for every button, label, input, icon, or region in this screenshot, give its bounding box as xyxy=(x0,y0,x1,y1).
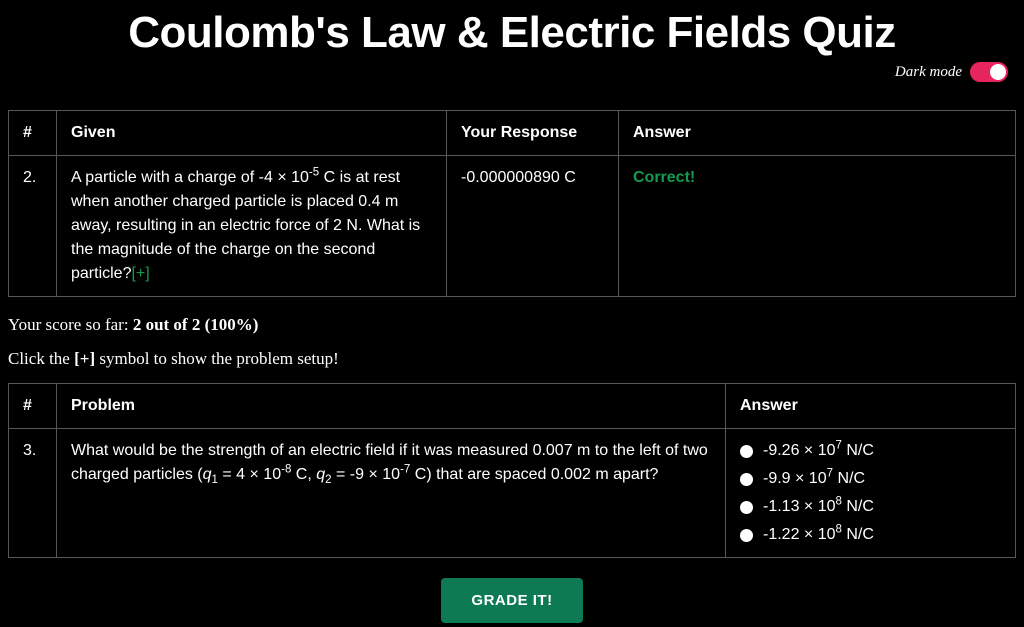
answer-radio[interactable] xyxy=(740,501,753,514)
answer-option[interactable]: -9.26 × 107 N/C xyxy=(740,439,1001,463)
dark-mode-toggle[interactable] xyxy=(970,62,1008,82)
hint-symbol: [+] xyxy=(74,349,95,368)
score-prefix: Your score so far: xyxy=(8,315,133,334)
table-row: 2. A particle with a charge of -4 × 10-5… xyxy=(9,156,1016,297)
q1-eq: = 4 × 10 xyxy=(218,466,281,483)
given-exp: -5 xyxy=(309,167,319,179)
cell-options: -9.26 × 107 N/C -9.9 × 107 N/C -1.13 × 108… xyxy=(726,429,1016,558)
expand-toggle[interactable]: [+] xyxy=(131,265,149,282)
score-value: 2 out of 2 (100%) xyxy=(133,315,259,334)
p-text-2: ) that are spaced 0.002 m apart? xyxy=(426,466,658,483)
q2-unit: C xyxy=(410,466,426,483)
problem-table: # Problem Answer 3. What would be the st… xyxy=(8,383,1016,558)
col-header-number: # xyxy=(9,384,57,429)
answer-option[interactable]: -9.9 × 107 N/C xyxy=(740,467,1001,491)
hint-post: symbol to show the problem setup! xyxy=(95,349,339,368)
given-text-pre: A particle with a charge of -4 × 10 xyxy=(71,169,309,186)
page-title: Coulomb's Law & Electric Fields Quiz xyxy=(8,8,1016,58)
q1-unit: C, xyxy=(291,466,316,483)
cell-answer: Correct! xyxy=(619,156,1016,297)
q2-eq: = -9 × 10 xyxy=(332,466,401,483)
hint-pre: Click the xyxy=(8,349,74,368)
q1-var: q xyxy=(203,466,212,483)
answer-option[interactable]: -1.22 × 108 N/C xyxy=(740,523,1001,547)
q2-exp: -7 xyxy=(400,464,410,476)
q2-var: q xyxy=(316,466,325,483)
grade-button[interactable]: GRADE IT! xyxy=(441,578,582,623)
answer-text: -1.13 × 108 N/C xyxy=(763,495,874,519)
answer-text: -9.26 × 107 N/C xyxy=(763,439,874,463)
hint-line: Click the [+] symbol to show the problem… xyxy=(8,349,1016,369)
answer-text: -1.22 × 108 N/C xyxy=(763,523,874,547)
col-header-problem: Problem xyxy=(57,384,726,429)
answer-radio[interactable] xyxy=(740,473,753,486)
answer-option[interactable]: -1.13 × 108 N/C xyxy=(740,495,1001,519)
cell-problem: What would be the strength of an electri… xyxy=(57,429,726,558)
q1-exp: -8 xyxy=(281,464,291,476)
row-number: 2. xyxy=(9,156,57,297)
dark-mode-label: Dark mode xyxy=(895,64,962,81)
col-header-answer: Answer xyxy=(726,384,1016,429)
col-header-answer: Answer xyxy=(619,111,1016,156)
col-header-given: Given xyxy=(57,111,447,156)
cell-response: -0.000000890 C xyxy=(447,156,619,297)
toggle-knob xyxy=(990,64,1006,80)
answer-radio[interactable] xyxy=(740,529,753,542)
correct-label: Correct! xyxy=(633,169,695,186)
score-line: Your score so far: 2 out of 2 (100%) xyxy=(8,315,1016,335)
answer-radio[interactable] xyxy=(740,445,753,458)
col-header-response: Your Response xyxy=(447,111,619,156)
button-row: GRADE IT! xyxy=(8,578,1016,623)
dark-mode-control: Dark mode xyxy=(8,62,1016,82)
row-number: 3. xyxy=(9,429,57,558)
cell-given: A particle with a charge of -4 × 10-5 C … xyxy=(57,156,447,297)
col-header-number: # xyxy=(9,111,57,156)
answer-text: -9.9 × 107 N/C xyxy=(763,467,865,491)
table-row: 3. What would be the strength of an elec… xyxy=(9,429,1016,558)
graded-table: # Given Your Response Answer 2. A partic… xyxy=(8,110,1016,297)
